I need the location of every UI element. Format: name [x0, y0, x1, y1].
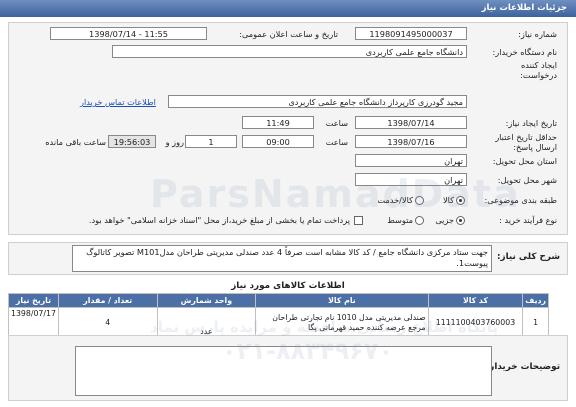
- col-qty-header: تعداد / مقدار: [57, 293, 158, 308]
- items-table-header: ردیف کد کالا نام کالا واحد شمارش تعداد /…: [8, 293, 549, 308]
- process-radio-medium[interactable]: [415, 216, 424, 225]
- category-radio-goods[interactable]: [456, 196, 465, 205]
- need-number-label: شماره نیاز:: [518, 29, 557, 39]
- need-number-field: 1198091495000037: [355, 27, 467, 40]
- delivery-province-field: تهران: [355, 154, 467, 167]
- delivery-province-label: استان محل تحویل:: [492, 156, 557, 166]
- process-option-minor: جزیی: [435, 215, 454, 225]
- table-row: 1 1111100403760003 صندلی مدیریتی مدل 101…: [8, 307, 549, 338]
- announce-datetime-field: 1398/07/14 - 11:55: [50, 27, 207, 40]
- description-text: جهت ستاد مرکزی دانشگاه جامع / کد کالا مش…: [72, 245, 492, 272]
- buyer-notes-label: توضیحات خریدار:: [485, 362, 560, 372]
- cell-code: 1111100403760003: [427, 307, 524, 338]
- remaining-days-field: 1: [185, 135, 237, 148]
- col-code-header: کد کالا: [427, 293, 524, 308]
- items-table-wrap: ردیف کد کالا نام کالا واحد شمارش تعداد /…: [8, 293, 549, 338]
- description-label: شرح کلی نیاز:: [497, 252, 560, 262]
- response-deadline-time-label: ساعت: [325, 137, 348, 147]
- buyer-contact-link[interactable]: اطلاعات تماس خریدار: [80, 97, 156, 107]
- treasury-checkbox[interactable]: [354, 216, 363, 225]
- category-label: طبقه بندی موضوعی:: [484, 195, 557, 205]
- cell-row: 1: [522, 307, 549, 338]
- request-creator-field: مجید گودرزی کارپرداز دانشگاه جامع علمی ک…: [168, 95, 467, 108]
- need-creation-date-label: تاریخ ایجاد نیاز:: [505, 118, 557, 128]
- purchase-process-label: نوع فرآیند خرید :: [499, 215, 557, 225]
- process-option-medium: متوسط: [387, 215, 413, 225]
- need-creation-date-field: 1398/07/14: [355, 116, 467, 129]
- col-name-header: نام کالا: [255, 293, 429, 308]
- items-table: ردیف کد کالا نام کالا واحد شمارش تعداد /…: [8, 293, 549, 338]
- response-deadline-date-field: 1398/07/16: [355, 135, 467, 148]
- remaining-days-label: روز و: [165, 137, 184, 147]
- col-unit-header: واحد شمارش: [156, 293, 257, 308]
- need-creation-time-label: ساعت: [325, 118, 348, 128]
- remaining-time-field: 19:56:03: [108, 135, 156, 148]
- response-deadline-time-field: 09:00: [242, 135, 314, 148]
- window-title: جزئیات اطلاعات نیاز: [0, 0, 576, 17]
- col-row-header: ردیف: [522, 293, 549, 308]
- items-section-title: اطلاعات کالاهای مورد نیاز: [231, 281, 345, 291]
- buyer-org-field: دانشگاه جامع علمی کاربردی: [112, 45, 467, 58]
- remaining-time-label: ساعت باقی مانده: [45, 137, 106, 147]
- response-deadline-label: حداقل تاریخ اعتبار ارسال پاسخ:: [495, 132, 557, 152]
- buyer-notes-field: [75, 346, 492, 396]
- need-creation-time-field: 11:49: [242, 116, 314, 129]
- cell-date: 1398/07/17: [8, 307, 59, 338]
- treasury-checkbox-text: پرداخت تمام یا بخشی از مبلغ خرید،از محل …: [88, 215, 350, 225]
- category-radio-goods-service[interactable]: [415, 196, 424, 205]
- category-option-goods: کالا: [442, 195, 454, 205]
- cell-unit: عدد: [156, 307, 257, 338]
- col-date-header: تاریخ نیاز: [8, 293, 59, 308]
- cell-qty: 4: [57, 307, 158, 338]
- cell-name: صندلی مدیریتی مدل 1010 نام تجارتی طراحان…: [255, 307, 429, 338]
- delivery-city-label: شهر محل تحویل:: [497, 175, 557, 185]
- category-option-goods-service: کالا/خدمت: [377, 195, 413, 205]
- delivery-city-field: تهران: [355, 173, 467, 186]
- request-creator-label: ایجاد کننده درخواست:: [520, 60, 557, 80]
- announce-datetime-label: تاریخ و ساعت اعلان عمومی:: [239, 29, 338, 39]
- process-radio-minor[interactable]: [456, 216, 465, 225]
- buyer-org-label: نام دستگاه خریدار:: [492, 47, 557, 57]
